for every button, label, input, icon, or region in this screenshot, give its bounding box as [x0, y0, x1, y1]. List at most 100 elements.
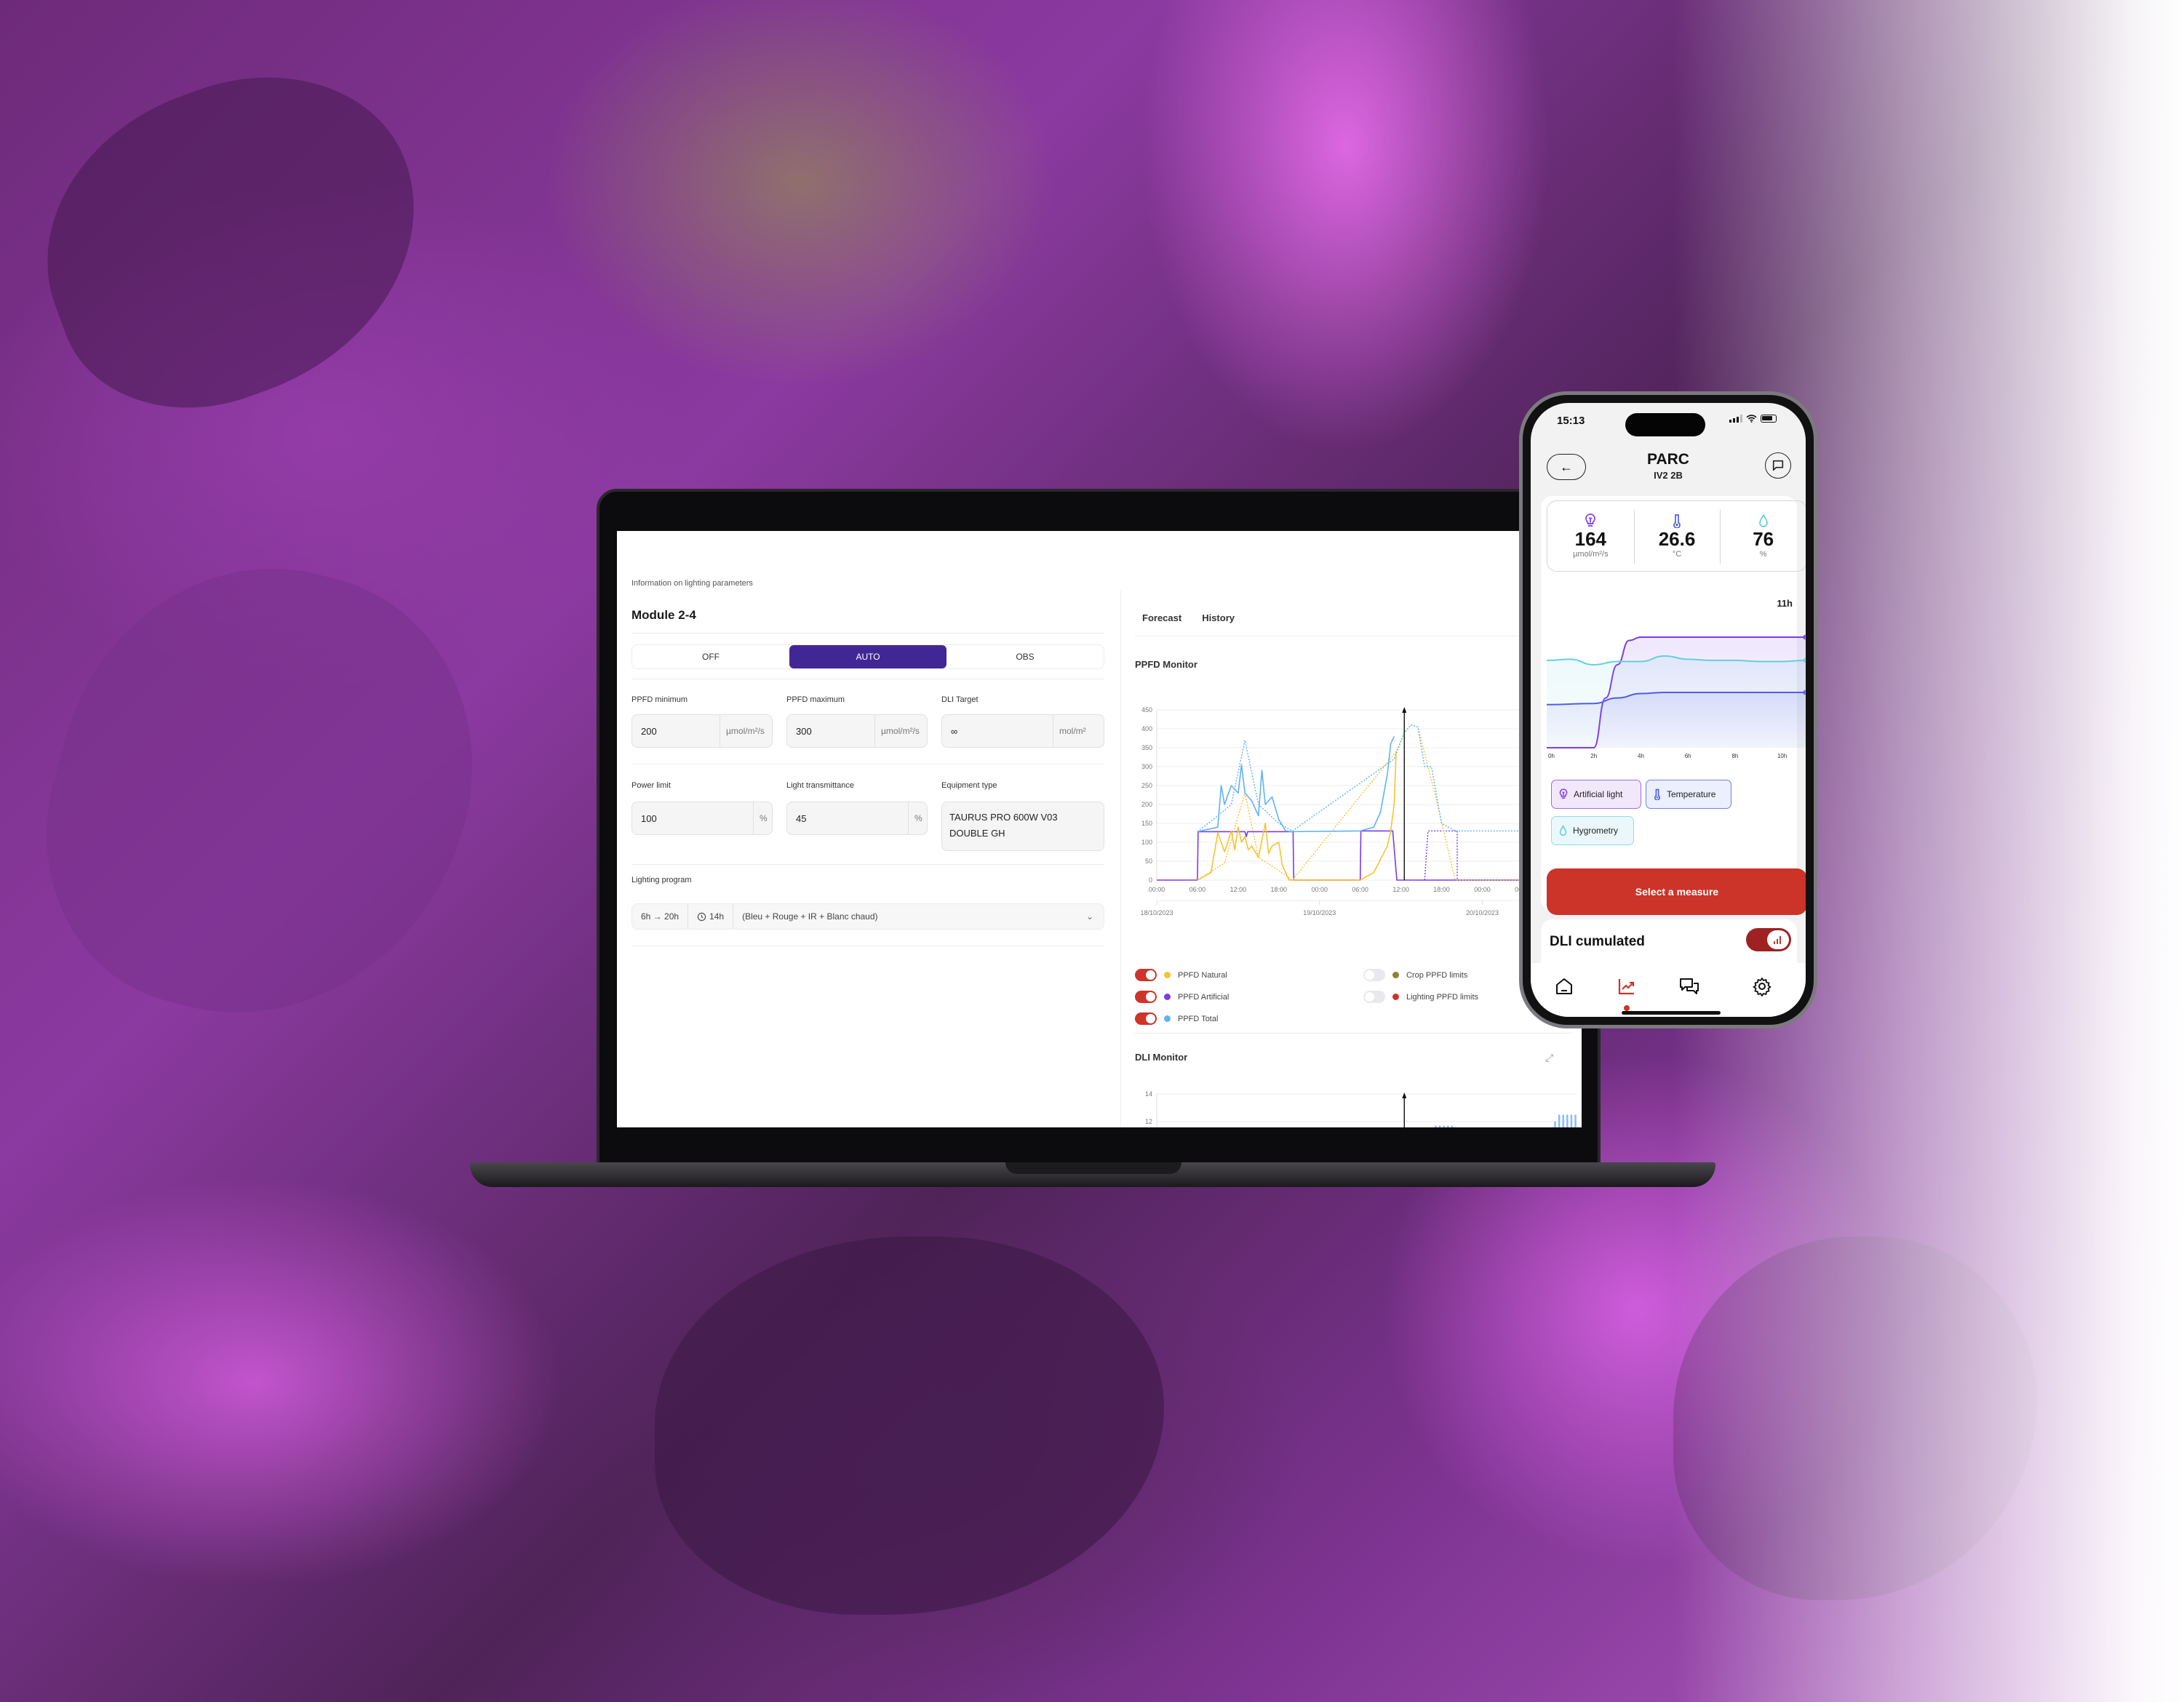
chart-current-label: 11h — [1777, 598, 1793, 609]
light-transmittance-value[interactable]: 45 — [787, 813, 908, 824]
tab-history[interactable]: History — [1202, 612, 1235, 623]
power-limit-unit: % — [753, 802, 772, 834]
thermometer-icon — [1654, 788, 1660, 800]
lighting-program-select[interactable]: 6h → 20h 14h (Bleu + Rouge + IR + Blanc … — [631, 903, 1104, 930]
ppfd-max-field[interactable]: 300 µmol/m²/s — [786, 714, 928, 748]
date-label: 18/10/2023 — [1140, 909, 1173, 916]
chevron-down-icon[interactable]: ⌄ — [1086, 911, 1104, 922]
dli-monitor-title: DLI Monitor — [1135, 1052, 1188, 1063]
home-indicator — [1622, 1011, 1721, 1015]
toggle-ppfd-natural[interactable] — [1135, 969, 1157, 981]
status-time: 15:13 — [1557, 415, 1585, 427]
dli-bar — [1558, 1114, 1561, 1127]
tab-forecast[interactable]: Forecast — [1142, 612, 1181, 623]
battery-icon — [1761, 415, 1777, 423]
measure-chart[interactable]: 0h 2h 4h 6h 8h 10h — [1547, 612, 1806, 758]
dli-target-unit: mol/m² — [1053, 715, 1104, 747]
legend-lighting-ppfd-limits[interactable]: Lighting PPFD limits — [1363, 991, 1478, 1003]
dli-target-field[interactable]: ∞ mol/m² — [941, 714, 1104, 748]
message-icon — [1772, 460, 1784, 471]
ppfd-min-label: PPFD minimum — [631, 695, 688, 704]
x-tick-label: 06:00 — [1352, 886, 1368, 893]
dli-bar — [1438, 1125, 1441, 1127]
bar-signal-icon — [1774, 936, 1781, 944]
legend-ppfd-natural[interactable]: PPFD Natural — [1135, 969, 1227, 981]
mode-auto-button[interactable]: AUTO — [789, 645, 946, 668]
metric-humidity-value: 76 — [1753, 528, 1774, 550]
toggle-lighting-ppfd-limits[interactable] — [1363, 991, 1385, 1003]
chip-label: Temperature — [1667, 789, 1716, 799]
ppfd-max-value[interactable]: 300 — [787, 726, 874, 737]
signal-icon — [1729, 415, 1742, 423]
select-measure-button[interactable]: Select a measure — [1547, 868, 1806, 915]
tab-home[interactable] — [1551, 973, 1577, 999]
legend-crop-ppfd-limits[interactable]: Crop PPFD limits — [1363, 969, 1467, 981]
toggle-ppfd-artificial[interactable] — [1135, 991, 1157, 1003]
ppfd-monitor-chart[interactable]: 0 50 100 150 200 250 300 350 400 450 00:00 06:00 12:… — [1126, 698, 1582, 946]
toggle-crop-ppfd-limits[interactable] — [1363, 969, 1385, 981]
dynamic-island — [1625, 413, 1705, 436]
power-limit-value[interactable]: 100 — [632, 813, 753, 824]
dli-card: DLI cumulated — [1541, 919, 1797, 963]
dli-target-value[interactable]: ∞ — [942, 726, 1053, 737]
x-tick-label: 18:00 — [1433, 886, 1450, 893]
metric-light-value: 164 — [1574, 528, 1607, 550]
x-tick-label: 00:00 — [1311, 886, 1328, 893]
program-duration: 14h — [688, 904, 734, 929]
light-transmittance-field[interactable]: 45 % — [786, 802, 928, 835]
y-tick-label: 12 — [1145, 1118, 1152, 1125]
x-tick-label: 8h — [1731, 753, 1738, 758]
tab-charts[interactable] — [1614, 973, 1640, 999]
equipment-type-field[interactable]: TAURUS PRO 600W V03 DOUBLE GH — [941, 802, 1104, 851]
gear-icon — [1753, 978, 1771, 996]
metric-temperature-value: 26.6 — [1658, 528, 1696, 550]
metric-humidity-unit: % — [1759, 550, 1767, 559]
dli-bar — [1435, 1125, 1437, 1127]
legend-dot — [1392, 972, 1399, 978]
toggle-knob — [1767, 930, 1789, 949]
dli-bar — [1570, 1114, 1573, 1127]
y-tick-label: 450 — [1141, 706, 1152, 714]
ppfd-min-field[interactable]: 200 µmol/m²/s — [631, 714, 773, 748]
legend-label: Crop PPFD limits — [1406, 970, 1468, 980]
dli-monitor-chart[interactable]: 12 14 — [1126, 1084, 1582, 1127]
legend-dot — [1164, 1015, 1171, 1022]
legend-label: PPFD Total — [1178, 1014, 1219, 1023]
tab-messages[interactable] — [1676, 973, 1702, 999]
chip-hygrometry[interactable]: Hygrometry — [1551, 816, 1634, 845]
y-tick-label: 350 — [1141, 744, 1152, 751]
light-transmittance-label: Light transmittance — [786, 781, 854, 790]
legend-ppfd-artificial[interactable]: PPFD Artificial — [1135, 991, 1229, 1003]
x-tick-label: 4h — [1638, 753, 1644, 758]
expand-icon[interactable]: ⤢ — [1545, 1052, 1553, 1064]
mode-switch: OFF AUTO OBS — [631, 644, 1104, 669]
toggle-ppfd-total[interactable] — [1135, 1012, 1157, 1025]
lightbulb-icon — [1559, 788, 1568, 799]
metric-temperature-unit: °C — [1672, 550, 1682, 559]
ppfd-monitor-title: PPFD Monitor — [1135, 659, 1197, 670]
mode-off-button[interactable]: OFF — [632, 645, 789, 668]
legend-ppfd-total[interactable]: PPFD Total — [1135, 1012, 1218, 1025]
trending-chart-icon — [1618, 979, 1635, 995]
y-tick-label: 50 — [1145, 858, 1152, 865]
ppfd-min-value[interactable]: 200 — [632, 726, 720, 737]
site-subtitle: IV2 2B — [1654, 470, 1683, 481]
droplet-icon — [1758, 514, 1768, 527]
dli-bar — [1566, 1114, 1569, 1127]
tab-settings[interactable] — [1749, 973, 1775, 999]
message-button[interactable] — [1765, 452, 1791, 479]
section-title: Information on lighting parameters — [631, 579, 753, 588]
status-icons — [1729, 415, 1777, 423]
x-tick-label: 6h — [1685, 753, 1691, 758]
metric-light: 164 µmol/m²/s — [1547, 501, 1634, 571]
now-marker-arrow — [1402, 1092, 1407, 1098]
dli-cumulated-label: DLI cumulated — [1550, 934, 1645, 949]
mode-obs-button[interactable]: OBS — [946, 645, 1104, 668]
dli-cumulated-toggle[interactable] — [1746, 928, 1791, 951]
legend-label: Lighting PPFD limits — [1406, 992, 1479, 1002]
dli-bar — [1443, 1125, 1445, 1127]
module-title: Module 2-4 — [631, 608, 696, 622]
power-limit-field[interactable]: 100 % — [631, 802, 773, 835]
chip-temperature[interactable]: Temperature — [1646, 780, 1731, 809]
chip-artificial-light[interactable]: Artificial light — [1551, 780, 1641, 809]
